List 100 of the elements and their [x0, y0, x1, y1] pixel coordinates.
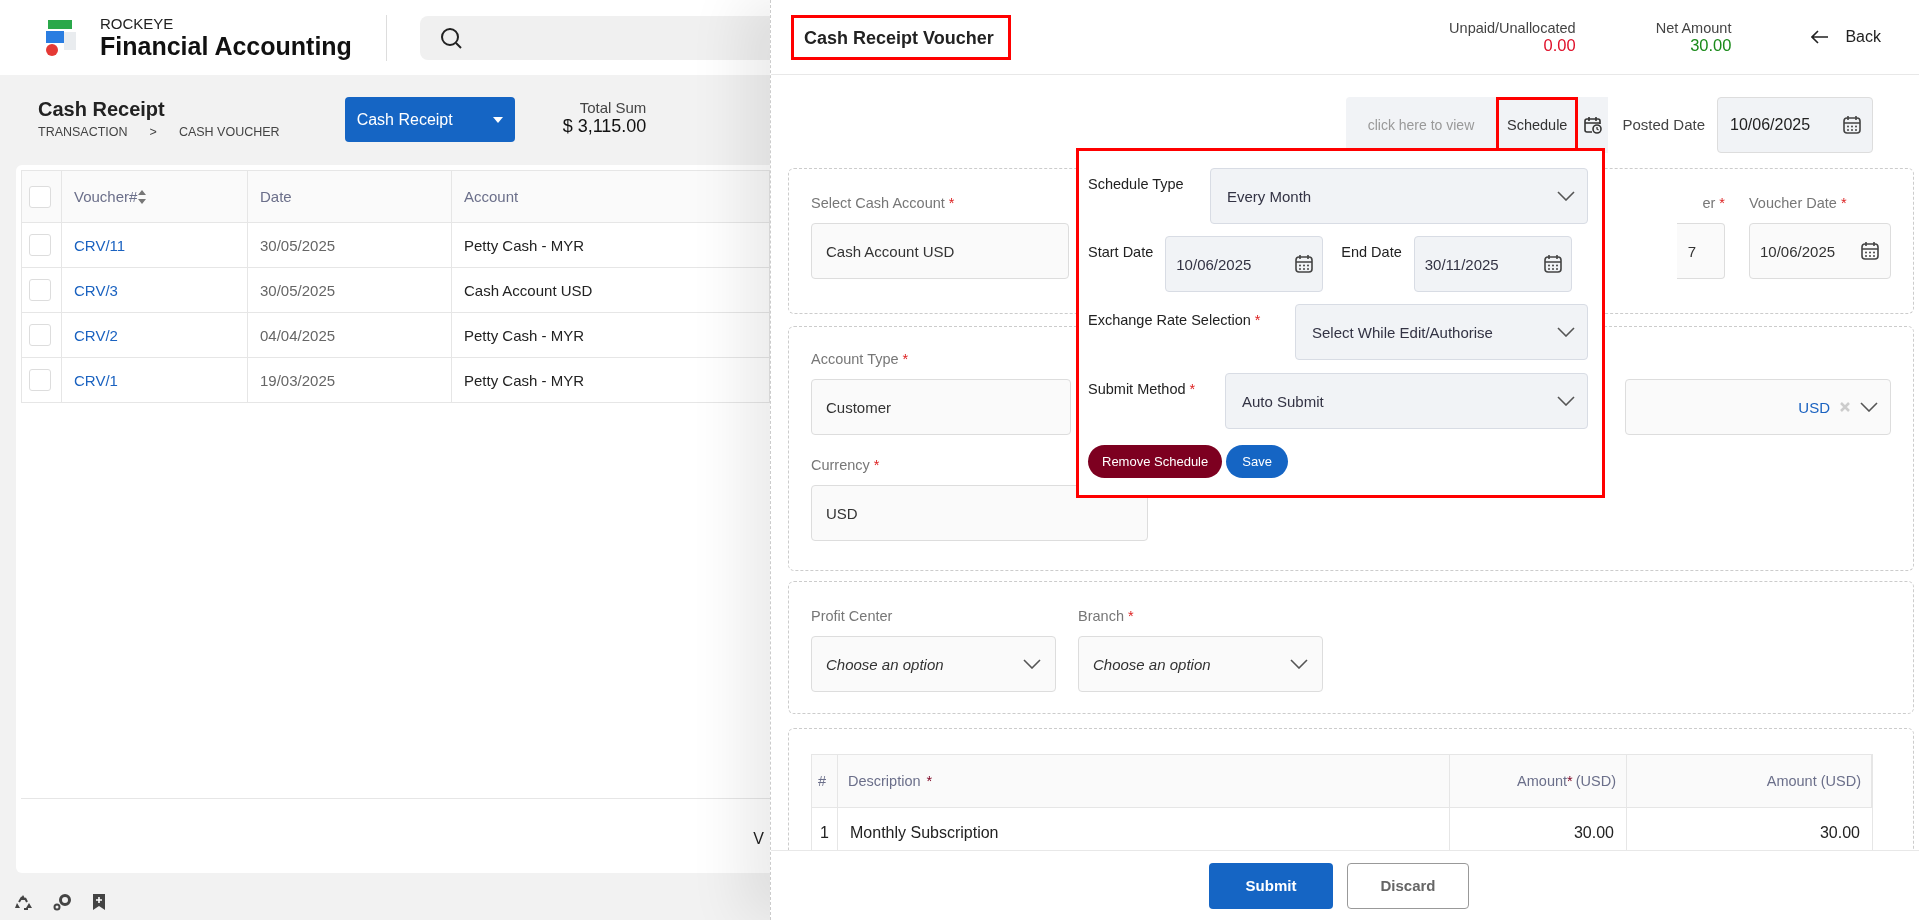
calendar-clock-icon[interactable] — [1584, 115, 1603, 134]
column-header: Amount (USD) — [1627, 755, 1872, 807]
chevron-down-icon — [1557, 191, 1575, 201]
total-value: $ 3,115.00 — [562, 116, 647, 137]
chevron-down-icon — [1557, 396, 1575, 406]
product-name: Financial Accounting — [100, 31, 352, 60]
input-field[interactable]: Cash Account USD — [811, 223, 1069, 279]
field-label: Branch — [1078, 608, 1124, 624]
required-mark: * — [902, 351, 909, 367]
arrow-left-icon — [1811, 30, 1830, 44]
voucher-link[interactable]: CRV/1 — [74, 371, 118, 389]
table-cell: Petty Cash - MYR — [452, 223, 770, 268]
column-header[interactable]: Voucher# — [62, 171, 248, 223]
field-label: Posted Date — [1622, 116, 1705, 133]
required-mark: * — [1189, 381, 1196, 397]
gears-icon[interactable] — [52, 893, 72, 911]
select-field[interactable]: Every Month — [1210, 168, 1588, 224]
date-field[interactable]: 10/06/2025 — [1717, 96, 1873, 153]
table-cell: 30.00 — [1627, 807, 1872, 850]
field-label: Exchange Rate Selection — [1088, 312, 1251, 328]
table-cell: Petty Cash - MYR — [452, 313, 770, 358]
table-cell: 04/04/2025 — [248, 313, 452, 358]
back-button[interactable]: Back — [1811, 28, 1881, 46]
input-field[interactable]: 7 — [1677, 223, 1725, 279]
table-cell: Cash Account USD — [452, 268, 770, 313]
field-label: er — [1702, 195, 1716, 211]
chevron-down-icon — [1290, 659, 1308, 669]
breadcrumb-item[interactable]: CASH VOUCHER — [178, 125, 280, 139]
date-field[interactable]: 10/06/2025 — [1749, 223, 1891, 279]
field-label: Start Date — [1088, 244, 1154, 260]
field-label: Voucher Date — [1749, 195, 1837, 211]
page-title: Cash Receipt — [38, 97, 166, 121]
table-cell: 30/05/2025 — [248, 268, 452, 313]
select-field[interactable]: Select While Edit/Authorise — [1295, 304, 1588, 360]
calendar-icon[interactable] — [1542, 254, 1563, 274]
chevron-down-icon — [1557, 327, 1575, 337]
drawer-title: Cash Receipt Voucher — [791, 14, 1011, 60]
cash-receipt-button[interactable]: Cash Receipt — [344, 97, 515, 142]
select-field[interactable]: Choose an option — [811, 636, 1056, 692]
field-label: Submit Method — [1088, 381, 1186, 397]
field-label: Currency — [811, 457, 870, 473]
column-header: Account — [452, 171, 770, 223]
date-field[interactable]: 10/06/2025 — [1165, 236, 1324, 292]
checkbox[interactable] — [29, 234, 51, 256]
submit-button[interactable]: Submit — [1209, 862, 1333, 909]
checkbox[interactable] — [29, 185, 51, 208]
input-field[interactable]: USD — [811, 485, 1148, 541]
table-cell: 30.00 — [1450, 807, 1627, 850]
field-label: Profit Center — [811, 608, 893, 624]
chevron-down-icon — [1860, 402, 1878, 412]
breadcrumb-separator: > — [149, 125, 157, 139]
required-mark: * — [873, 457, 880, 473]
date-field[interactable]: 30/11/2025 — [1413, 236, 1572, 292]
column-header: Description * — [838, 755, 1450, 807]
calendar-icon[interactable] — [1842, 114, 1862, 135]
table-cell: 1 — [812, 807, 838, 850]
save-button[interactable]: Save — [1226, 445, 1288, 478]
select-field[interactable]: Choose an option — [1078, 636, 1323, 692]
sort-icon[interactable] — [137, 188, 148, 205]
search-field[interactable] — [419, 15, 770, 60]
brand-name: ROCKEYE — [100, 15, 175, 32]
voucher-link[interactable]: CRV/3 — [74, 281, 118, 299]
checkbox[interactable] — [29, 324, 51, 346]
checkbox[interactable] — [29, 279, 51, 301]
recycle-icon[interactable] — [14, 893, 32, 911]
field-label: Select Cash Account — [811, 195, 945, 211]
column-header: Amount* (USD) — [1450, 755, 1627, 807]
currency-tag: USD — [1798, 398, 1830, 416]
table-cell: 19/03/2025 — [248, 358, 452, 403]
search-icon — [439, 26, 462, 49]
field-label: End Date — [1341, 244, 1402, 260]
required-mark: * — [948, 195, 955, 211]
select-field[interactable]: Auto Submit — [1225, 373, 1588, 429]
calendar-icon[interactable] — [1294, 254, 1315, 274]
checkbox[interactable] — [29, 369, 51, 391]
required-mark: * — [1567, 773, 1573, 789]
unpaid-label: Unpaid/Unallocated — [1449, 19, 1576, 36]
discard-button[interactable]: Discard — [1347, 862, 1469, 909]
required-mark: * — [1719, 195, 1725, 211]
table-cell: Monthly Subscription — [838, 807, 1450, 850]
voucher-link[interactable]: CRV/2 — [74, 326, 118, 344]
bookmark-plus-icon[interactable] — [92, 893, 106, 911]
column-header: # — [812, 755, 838, 807]
required-mark: * — [1840, 195, 1847, 211]
required-mark: * — [1127, 608, 1134, 624]
remove-schedule-button[interactable]: Remove Schedule — [1088, 445, 1223, 478]
column-header: Date — [248, 171, 452, 223]
net-amount-label: Net Amount — [1655, 19, 1732, 36]
total-label: Total Sum — [578, 99, 647, 116]
calendar-icon[interactable] — [1860, 241, 1880, 261]
footer-text: V — [753, 829, 764, 848]
chevron-down-icon — [1023, 659, 1041, 669]
select-field[interactable]: USD — [1625, 379, 1891, 435]
unpaid-value: 0.00 — [1543, 35, 1576, 55]
net-amount-value: 30.00 — [1690, 35, 1732, 55]
input-field[interactable]: Customer — [811, 379, 1071, 435]
voucher-link[interactable]: CRV/11 — [74, 236, 126, 254]
breadcrumb-item[interactable]: TRANSACTION — [38, 125, 128, 139]
field-label: Schedule Type — [1088, 176, 1184, 192]
table-cell: 30/05/2025 — [248, 223, 452, 268]
